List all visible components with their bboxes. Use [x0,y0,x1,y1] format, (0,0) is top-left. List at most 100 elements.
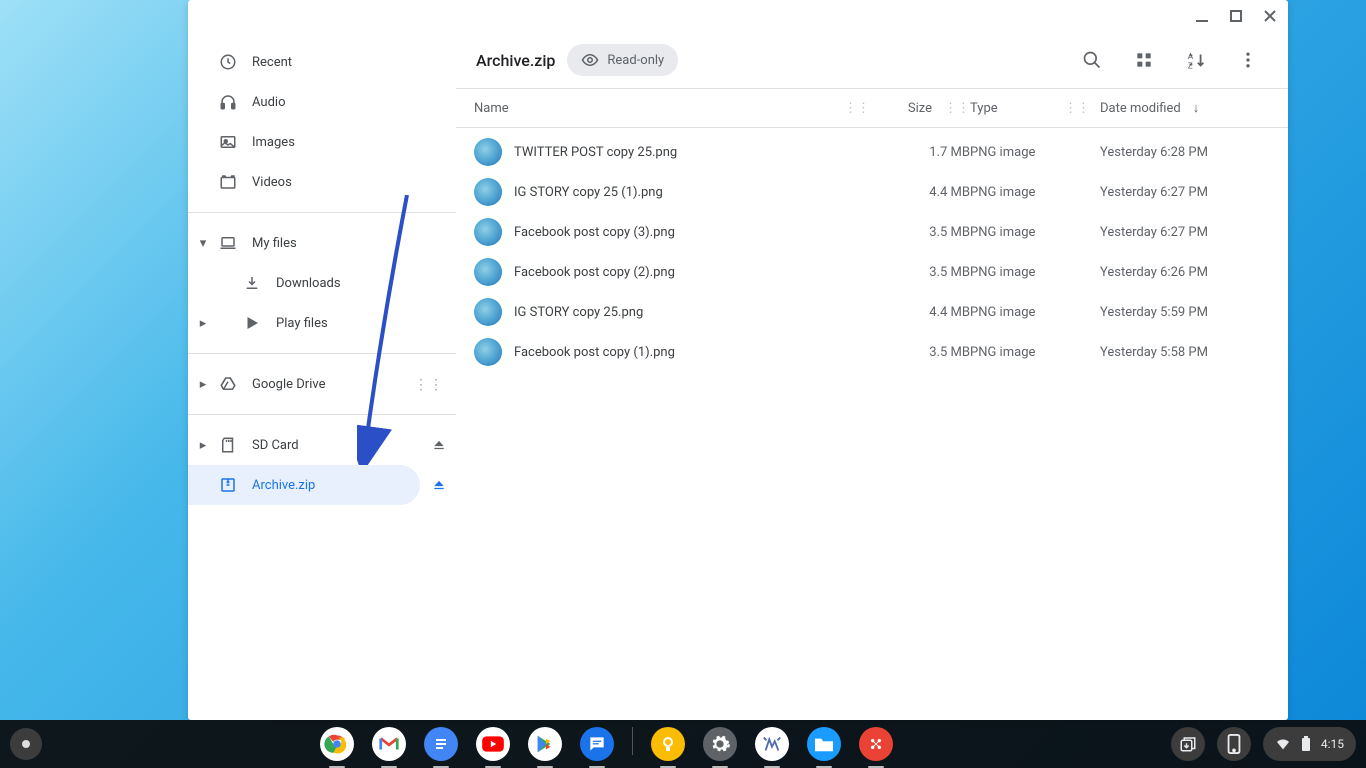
app-files[interactable] [807,727,841,761]
chevron-right-icon: ▸ [196,377,210,392]
file-row[interactable]: Facebook post copy (2).png 3.5 MB PNG im… [456,252,1288,292]
files-window: Recent Audio Images Videos ▾ My files [188,0,1288,720]
file-name: IG STORY copy 25 (1).png [514,185,663,200]
app-utility[interactable] [859,727,893,761]
chevron-right-icon: ▸ [196,316,210,331]
search-button[interactable] [1072,40,1112,80]
file-date: Yesterday 6:26 PM [1100,265,1270,280]
col-name[interactable]: Name⋮⋮ [474,101,880,116]
grip-icon[interactable]: ⋮⋮ [844,101,870,116]
clock-icon [218,53,238,71]
tray-phone-icon[interactable] [1217,727,1251,761]
window-titlebar [188,0,1288,32]
app-gmail[interactable] [372,727,406,761]
app-docs[interactable] [424,727,458,761]
app-youtube[interactable] [476,727,510,761]
status-area[interactable]: 4:15 [1171,727,1356,761]
sidebar-label: Recent [252,55,292,70]
sidebar-item-audio[interactable]: Audio [188,82,420,122]
file-thumbnail [474,218,502,246]
close-button[interactable] [1262,8,1278,24]
sidebar-label: Downloads [276,276,341,291]
sidebar-label: SD Card [252,438,299,453]
file-name: Facebook post copy (1).png [514,345,675,360]
eject-icon[interactable] [432,438,446,452]
file-thumbnail [474,178,502,206]
shelf: 4:15 [0,720,1366,768]
sidebar-item-sd-card[interactable]: ▸ SD Card [188,425,420,465]
sidebar-label: Play files [276,316,328,331]
sidebar-label: My files [252,236,297,251]
app-play-store[interactable] [528,727,562,761]
file-type: PNG image [970,305,1100,320]
file-row[interactable]: TWITTER POST copy 25.png 1.7 MB PNG imag… [456,132,1288,172]
file-size: 1.7 MB [880,145,970,160]
play-icon [242,314,262,332]
file-row[interactable]: Facebook post copy (1).png 3.5 MB PNG im… [456,332,1288,372]
sidebar: Recent Audio Images Videos ▾ My files [188,32,456,720]
file-date: Yesterday 5:58 PM [1100,345,1270,360]
file-row[interactable]: Facebook post copy (3).png 3.5 MB PNG im… [456,212,1288,252]
file-date: Yesterday 6:28 PM [1100,145,1270,160]
eject-icon[interactable] [432,478,446,492]
sidebar-item-videos[interactable]: Videos [188,162,420,202]
file-type: PNG image [970,145,1100,160]
arrow-down-icon: ↓ [1193,100,1200,116]
grip-icon[interactable]: ⋮⋮ [944,101,970,116]
sidebar-item-downloads[interactable]: Downloads [188,263,420,303]
sidebar-label: Google Drive [252,377,325,392]
file-name: TWITTER POST copy 25.png [514,145,677,160]
tray-holding-icon[interactable] [1171,727,1205,761]
archive-icon [218,476,238,494]
drive-icon [218,375,238,393]
sidebar-item-play-files[interactable]: ▸ Play files [188,303,420,343]
grip-icon[interactable]: ⋮⋮ [1064,101,1090,116]
file-size: 4.4 MB [880,305,970,320]
file-thumbnail [474,298,502,326]
file-row[interactable]: IG STORY copy 25 (1).png 4.4 MB PNG imag… [456,172,1288,212]
app-chrome[interactable] [320,727,354,761]
sidebar-label: Audio [252,95,285,110]
page-title: Archive.zip [476,51,555,70]
toolbar: Archive.zip Read-only AZ [456,32,1288,88]
status-tray[interactable]: 4:15 [1263,727,1356,761]
view-grid-button[interactable] [1124,40,1164,80]
sidebar-item-my-files[interactable]: ▾ My files [188,223,420,263]
sidebar-label: Videos [252,175,292,190]
app-sketch[interactable] [755,727,789,761]
sidebar-item-archive[interactable]: Archive.zip [188,465,420,505]
col-size[interactable]: Size⋮⋮ [880,101,970,116]
file-type: PNG image [970,345,1100,360]
download-icon [242,274,262,292]
sidebar-item-recent[interactable]: Recent [188,42,420,82]
chevron-right-icon: ▸ [196,438,210,453]
launcher-button[interactable] [10,728,42,760]
file-type: PNG image [970,225,1100,240]
sd-card-icon [218,436,238,454]
sidebar-label: Images [252,135,295,150]
file-thumbnail [474,138,502,166]
clock-label: 4:15 [1321,737,1344,751]
col-type[interactable]: Type⋮⋮ [970,101,1100,116]
file-size: 3.5 MB [880,225,970,240]
sidebar-item-images[interactable]: Images [188,122,420,162]
readonly-label: Read-only [607,53,664,68]
sidebar-item-google-drive[interactable]: ▸ Google Drive [188,364,420,404]
more-button[interactable] [1228,40,1268,80]
file-thumbnail [474,258,502,286]
file-thumbnail [474,338,502,366]
col-date[interactable]: Date modified↓ [1100,100,1270,116]
app-settings[interactable] [703,727,737,761]
column-headers: Name⋮⋮ Size⋮⋮ Type⋮⋮ Date modified↓ [456,88,1288,128]
file-date: Yesterday 5:59 PM [1100,305,1270,320]
maximize-button[interactable] [1228,8,1244,24]
app-keep[interactable] [651,727,685,761]
drag-handle-icon[interactable]: ⋮⋮ [414,377,444,391]
minimize-button[interactable] [1194,8,1210,24]
sort-button[interactable]: AZ [1176,40,1216,80]
file-row[interactable]: IG STORY copy 25.png 4.4 MB PNG image Ye… [456,292,1288,332]
file-type: PNG image [970,265,1100,280]
headphones-icon [218,93,238,111]
app-messages[interactable] [580,727,614,761]
file-name: Facebook post copy (2).png [514,265,675,280]
